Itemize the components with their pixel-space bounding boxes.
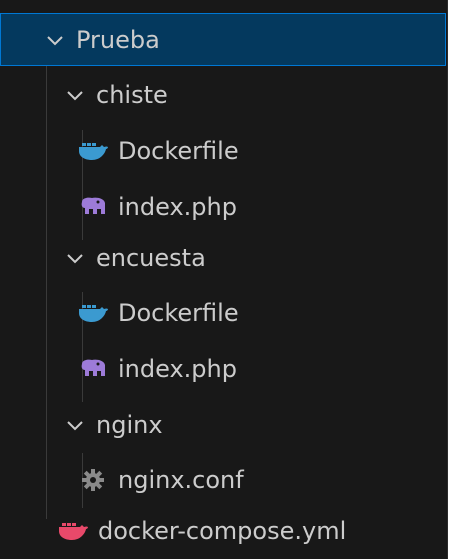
php-elephant-icon [78,195,108,219]
file-label: Dockerfile [118,298,239,327]
tree-file-docker-compose[interactable]: docker-compose.yml [0,504,446,557]
file-label: docker-compose.yml [98,516,347,545]
file-label: Dockerfile [118,136,239,165]
folder-label: chiste [96,80,168,109]
chevron-down-icon[interactable] [64,84,86,106]
gear-icon [78,468,108,492]
docker-icon [78,139,108,163]
tree-file-nginx-conf[interactable]: nginx.conf [0,453,446,506]
php-elephant-icon [78,357,108,381]
file-label: nginx.conf [118,465,244,494]
tree-file-index-php[interactable]: index.php [0,180,446,233]
file-label: index.php [118,192,237,221]
chevron-down-icon[interactable] [44,29,66,51]
tree-file-dockerfile[interactable]: Dockerfile [0,124,446,177]
folder-label: nginx [96,410,163,439]
file-explorer: Prueba chiste Dockerfile index.php encue… [0,0,448,559]
tree-folder-prueba[interactable]: Prueba [0,13,446,66]
folder-label: Prueba [76,25,160,54]
chevron-down-icon[interactable] [64,247,86,269]
docker-compose-icon [58,519,88,543]
tree-file-dockerfile[interactable]: Dockerfile [0,286,446,339]
tree-folder-encuesta[interactable]: encuesta [0,231,446,284]
folder-label: encuesta [96,243,206,272]
file-label: index.php [118,354,237,383]
tree-file-index-php[interactable]: index.php [0,342,446,395]
docker-icon [78,301,108,325]
chevron-down-icon[interactable] [64,414,86,436]
tree-folder-nginx[interactable]: nginx [0,398,446,451]
tree-folder-chiste[interactable]: chiste [0,68,446,121]
